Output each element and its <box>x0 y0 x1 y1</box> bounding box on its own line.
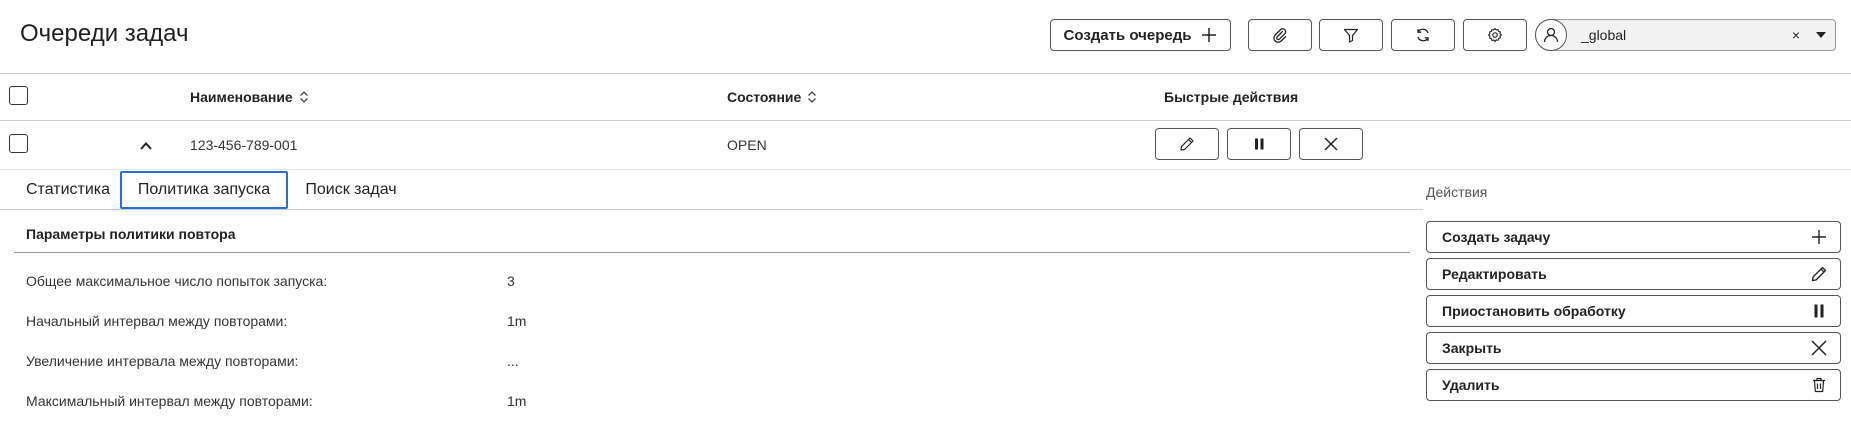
param-value: 3 <box>507 273 515 289</box>
param-label: Максимальный интервал между повторами: <box>26 393 313 409</box>
column-state-header[interactable]: Состояние <box>727 89 817 105</box>
gear-icon <box>1487 27 1502 43</box>
tab-task-search[interactable]: Поиск задач <box>296 171 406 209</box>
table-row[interactable]: 123-456-789-001 OPEN <box>0 121 1851 170</box>
caret-down-icon[interactable] <box>1807 32 1835 38</box>
section-title: Параметры политики повтора <box>26 226 236 242</box>
section-divider <box>14 252 1410 253</box>
edit-button[interactable]: Редактировать <box>1426 258 1841 290</box>
close-queue-button[interactable]: Закрыть <box>1426 332 1841 364</box>
param-label: Увеличение интервала между повторами: <box>26 353 299 369</box>
refresh-button[interactable] <box>1391 19 1455 51</box>
param-value: ... <box>507 353 519 369</box>
param-label: Общее максимальное число попыток запуска… <box>26 273 328 289</box>
row-state: OPEN <box>727 137 767 153</box>
settings-button[interactable] <box>1463 19 1527 51</box>
create-queue-label: Создать очередь <box>1063 26 1192 44</box>
param-value: 1m <box>507 313 527 329</box>
close-icon <box>1324 137 1338 151</box>
attach-button[interactable] <box>1248 19 1312 51</box>
param-value: 1m <box>507 393 527 409</box>
tab-launch-policy[interactable]: Политика запуска <box>120 171 288 209</box>
quick-close-button[interactable] <box>1299 128 1363 160</box>
pause-icon <box>1814 304 1824 318</box>
close-icon <box>1811 340 1827 356</box>
quick-pause-button[interactable] <box>1227 128 1291 160</box>
sort-icon <box>299 91 308 103</box>
row-checkbox[interactable] <box>9 134 28 153</box>
namespace-select[interactable]: _global × <box>1535 19 1836 51</box>
tab-statistics[interactable]: Статистика <box>16 171 120 209</box>
sort-icon <box>808 91 817 103</box>
clear-icon[interactable]: × <box>1785 27 1807 43</box>
detail-tabs: Статистика Политика запуска Поиск задач <box>0 170 1423 210</box>
pause-icon <box>1255 138 1264 150</box>
pause-processing-button[interactable]: Приостановить обработку <box>1426 295 1841 327</box>
filter-button[interactable] <box>1319 19 1383 51</box>
page-title: Очереди задач <box>20 20 189 47</box>
task-queues-page: Очереди задач Создать очередь _global × … <box>0 0 1851 431</box>
row-name: 123-456-789-001 <box>190 137 298 153</box>
column-quick-actions-header: Быстрые действия <box>1164 89 1299 105</box>
paperclip-icon <box>1273 28 1287 43</box>
actions-title: Действия <box>1426 184 1488 200</box>
plus-icon <box>1812 230 1826 244</box>
trash-icon <box>1813 377 1825 393</box>
delete-button[interactable]: Удалить <box>1426 369 1841 401</box>
user-icon <box>1535 19 1567 51</box>
column-name-header[interactable]: Наименование <box>190 89 309 105</box>
create-queue-button[interactable]: Создать очередь <box>1050 19 1231 51</box>
pencil-icon <box>1180 137 1194 151</box>
pencil-icon <box>1811 266 1827 282</box>
plus-icon <box>1202 28 1217 42</box>
namespace-value: _global <box>1581 27 1627 43</box>
param-label: Начальный интервал между повторами: <box>26 313 288 329</box>
table-header: Наименование Состояние Быстрые действия <box>0 73 1851 121</box>
filter-icon <box>1343 28 1359 43</box>
quick-edit-button[interactable] <box>1155 128 1219 160</box>
create-task-button[interactable]: Создать задачу <box>1426 221 1841 253</box>
select-all-checkbox[interactable] <box>9 86 28 105</box>
refresh-icon <box>1417 28 1429 42</box>
chevron-up-icon[interactable] <box>139 139 153 153</box>
